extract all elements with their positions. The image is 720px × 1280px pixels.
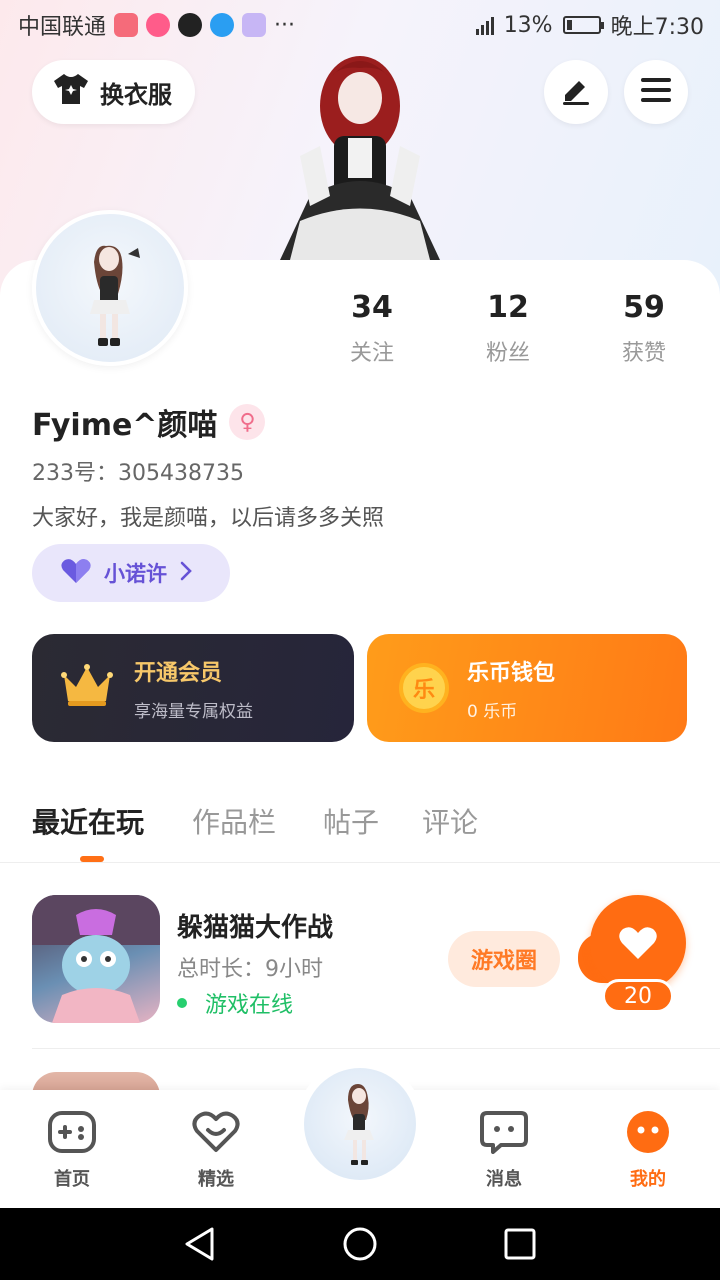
avatar-thumbnail [304, 1068, 416, 1180]
edit-profile-button[interactable] [544, 60, 608, 124]
online-status-label: 游戏在线 [205, 993, 294, 1018]
crown-icon [60, 663, 114, 713]
tab-comments[interactable]: 评论 [422, 801, 478, 841]
bottom-navigation: 首页 精选 消息 我的 [0, 1060, 720, 1208]
female-gender-icon: ♀ [229, 404, 266, 440]
username-row: Fyime^颜喵 ♀ [32, 400, 266, 444]
pencil-icon [559, 73, 593, 111]
profile-avatar[interactable] [32, 210, 188, 366]
stat-following[interactable]: 34 关注 [317, 290, 427, 367]
shirt-icon [52, 72, 90, 112]
stat-value: 34 [351, 290, 393, 325]
game-title[interactable]: 躲猫猫大作战 [177, 907, 333, 944]
nav-me-label: 我的 [630, 1169, 666, 1190]
nav-featured[interactable]: 精选 [171, 1110, 261, 1191]
stat-value: 12 [487, 290, 529, 325]
user-id: 233号：305438735 [32, 461, 244, 486]
app-notification-icon [146, 13, 171, 37]
stat-value: 59 [623, 290, 665, 325]
game-circle-button[interactable]: 游戏圈 [448, 931, 560, 987]
nav-home[interactable]: 首页 [27, 1110, 117, 1191]
stat-followers[interactable]: 12 粉丝 [453, 290, 563, 367]
badge-label: 小诺许 [104, 562, 167, 586]
change-outfit-button[interactable]: 换衣服 [32, 60, 195, 124]
wallet-title: 乐币钱包 [467, 660, 556, 686]
wallet-card[interactable]: 乐 乐币钱包 0 乐币 [367, 634, 687, 742]
username: Fyime^颜喵 [32, 408, 218, 443]
status-bar: 中国联通 ··· 13% 晚上7:30 [0, 0, 720, 50]
system-navigation-bar [0, 1208, 720, 1280]
nav-home-label: 首页 [54, 1169, 90, 1190]
membership-title: 开通会员 [134, 660, 223, 686]
more-notifications: ··· [274, 12, 295, 38]
list-divider [32, 1048, 720, 1049]
menu-button[interactable] [624, 60, 688, 124]
tiktok-icon [178, 13, 203, 37]
clock: 晚上7:30 [610, 15, 704, 40]
membership-card[interactable]: 开通会员 享海量专属权益 [32, 634, 354, 742]
coin-icon: 乐 [399, 663, 449, 713]
stat-label: 关注 [349, 341, 394, 366]
back-icon[interactable] [182, 1226, 218, 1266]
signal-icon [475, 15, 494, 35]
game-online-status: 游戏在线 [177, 987, 293, 1019]
game-list-item[interactable]: 躲猫猫大作战 总时长：9小时 游戏在线 游戏圈 20 [32, 895, 720, 1025]
app-notification-icon [114, 13, 139, 37]
profile-face-icon [625, 1110, 671, 1159]
tab-recently-played[interactable]: 最近在玩 [32, 801, 144, 841]
avatar-3d-character[interactable] [270, 46, 450, 260]
battery-percent: 13% [503, 12, 553, 38]
stat-likes[interactable]: 59 获赞 [589, 290, 699, 367]
nav-messages[interactable]: 消息 [459, 1110, 549, 1191]
chevron-right-icon [179, 561, 193, 586]
gamepad-icon [47, 1110, 97, 1159]
nav-me[interactable]: 我的 [603, 1110, 693, 1191]
tab-works[interactable]: 作品栏 [192, 801, 276, 841]
nav-avatar-center[interactable] [296, 1060, 424, 1188]
hamburger-icon [639, 75, 673, 109]
tab-posts[interactable]: 帖子 [323, 801, 379, 841]
wallet-balance: 0 乐币 [467, 701, 518, 722]
membership-subtitle: 享海量专属权益 [134, 701, 253, 722]
heart-icon [590, 895, 686, 991]
game-icon[interactable] [32, 895, 160, 1023]
nav-messages-label: 消息 [486, 1169, 522, 1190]
game-playtime: 总时长：9小时 [177, 957, 323, 982]
heart-outline-icon [191, 1110, 241, 1159]
stat-label: 粉丝 [485, 341, 530, 366]
change-outfit-label: 换衣服 [100, 80, 172, 109]
content-tabs: 最近在玩 作品栏 帖子 评论 [0, 795, 720, 863]
app-notification-icon [242, 13, 267, 37]
online-dot-icon [177, 998, 187, 1008]
like-button[interactable]: 20 [578, 895, 690, 1013]
like-count: 20 [602, 979, 674, 1013]
recents-icon[interactable] [503, 1227, 537, 1265]
heart-icon [60, 558, 92, 589]
tab-indicator [80, 856, 104, 862]
user-bio: 大家好，我是颜喵，以后请多多关照 [32, 506, 385, 531]
nav-featured-label: 精选 [198, 1169, 234, 1190]
app-notification-icon [210, 13, 235, 37]
home-icon[interactable] [342, 1226, 378, 1266]
carrier-label: 中国联通 [18, 15, 107, 40]
chat-bubble-icon [479, 1110, 529, 1159]
battery-icon [562, 16, 604, 34]
badge-button[interactable]: 小诺许 [32, 544, 230, 602]
stat-label: 获赞 [621, 341, 666, 366]
